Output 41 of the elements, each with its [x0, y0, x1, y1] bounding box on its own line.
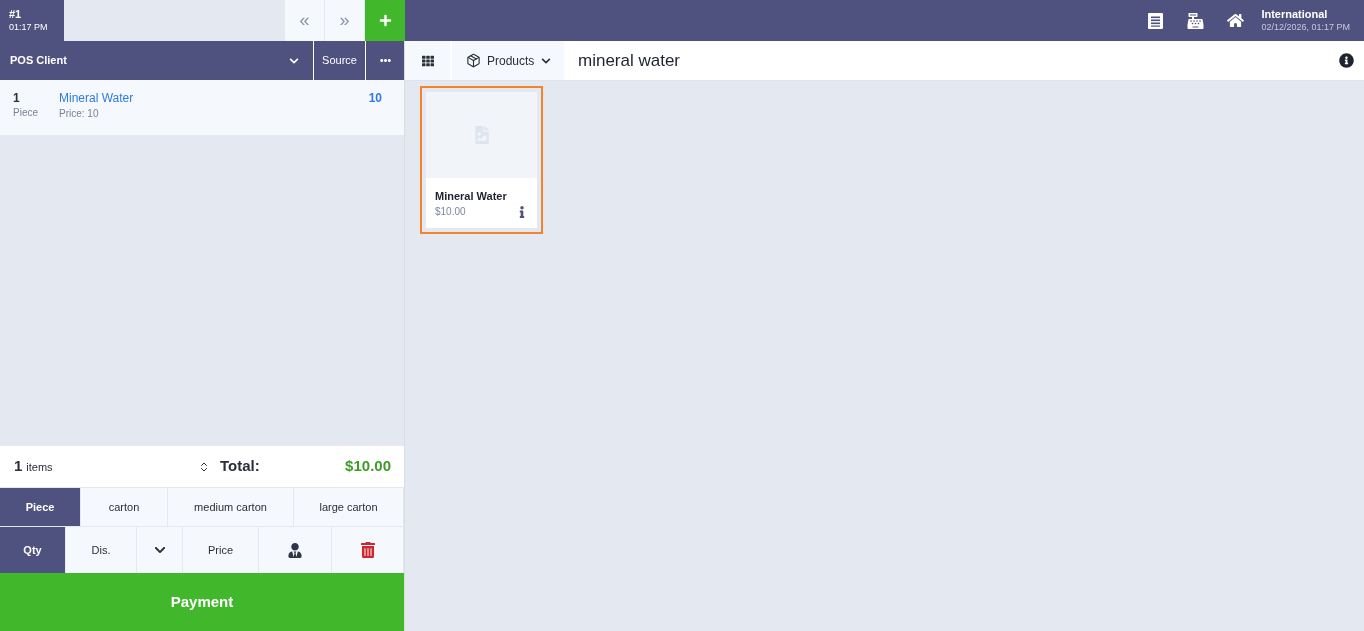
action-button[interactable]: Qty	[0, 527, 66, 573]
line-total: 10	[368, 90, 382, 106]
home-icon[interactable]	[1227, 13, 1245, 28]
chevron-down-icon	[153, 544, 166, 556]
total-amount: $10.00	[345, 456, 391, 477]
line-price: Price: 10	[59, 107, 99, 121]
delete-button[interactable]	[332, 527, 404, 573]
date-time: 02/12/2026, 01:17 PM	[1261, 21, 1350, 33]
plus-icon	[378, 14, 392, 27]
unit-tab[interactable]: carton	[81, 488, 168, 526]
info-icon[interactable]	[519, 206, 525, 218]
product-card[interactable]: Mineral Water $10.00	[420, 86, 543, 234]
chevron-down-icon	[289, 55, 299, 66]
trash-icon	[360, 542, 375, 558]
unit-tab[interactable]: Piece	[0, 488, 81, 526]
document-icon[interactable]	[1148, 12, 1164, 29]
line-unit: Piece	[13, 106, 38, 120]
unit-tab[interactable]: large carton	[294, 488, 404, 526]
items-label: items	[26, 460, 53, 476]
store-name: International	[1261, 8, 1328, 21]
search-field[interactable]: mineral water	[564, 41, 1364, 80]
box-icon	[466, 53, 481, 68]
grid-icon	[421, 54, 434, 67]
client-dropdown[interactable]: POS Client	[0, 41, 313, 80]
ticket-tab[interactable]: #1 01:17 PM	[0, 0, 64, 41]
product-price: $10.00	[435, 205, 466, 219]
grid-view-button[interactable]	[405, 41, 452, 80]
action-button[interactable]: Price	[183, 527, 259, 573]
unit-tab[interactable]: medium carton	[168, 488, 294, 526]
cash-register-icon[interactable]	[1187, 12, 1205, 29]
product-name: Mineral Water	[435, 189, 507, 203]
person-icon	[288, 542, 302, 558]
chevron-down-icon	[541, 55, 552, 66]
total-label: Total:	[220, 456, 260, 477]
line-quantity: 1	[13, 90, 20, 106]
customer-button[interactable]	[259, 527, 332, 573]
category-dropdown[interactable]: Products	[452, 41, 564, 80]
line-product-name: Mineral Water	[59, 90, 134, 106]
info-icon[interactable]	[1339, 53, 1354, 68]
item-count: 1	[14, 456, 23, 477]
action-button[interactable]: Dis.	[66, 527, 137, 573]
